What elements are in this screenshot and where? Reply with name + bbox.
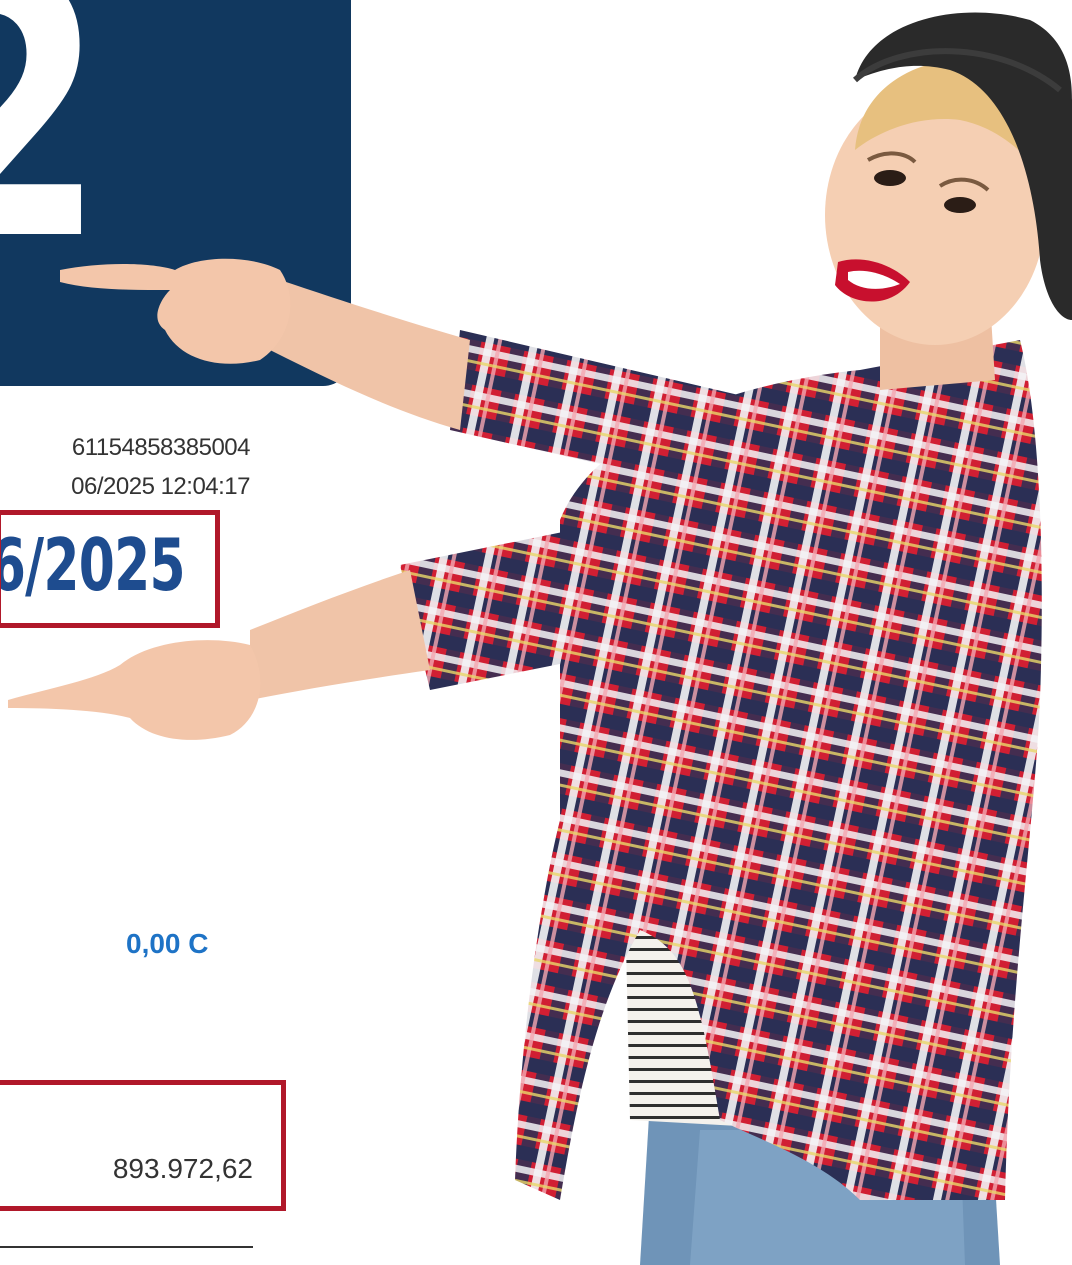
document-datetime-text: 06/2025 12:04:17 <box>71 473 250 500</box>
navy-number-tile: 2 <box>0 0 351 386</box>
highlighted-date: 6/2025 <box>0 523 186 607</box>
document-id-text: 611548583850​04 <box>71 434 251 461</box>
total-amount-value: 893.972,62 <box>112 1153 253 1184</box>
blue-amount-value: 0,00 C <box>126 928 209 959</box>
highlighted-total-box: 893.972,62 <box>0 1080 286 1211</box>
highlighted-date-box: 6/2025 <box>0 510 220 628</box>
divider-rule <box>0 1246 253 1248</box>
step-number: 2 <box>0 0 105 290</box>
